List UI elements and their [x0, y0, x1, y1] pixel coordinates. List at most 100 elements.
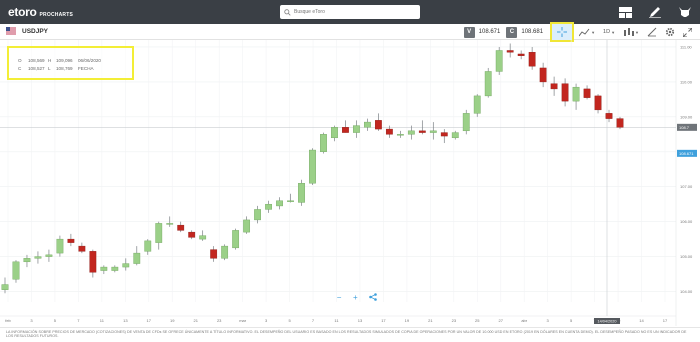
bearish-candle [539, 67, 547, 83]
bearish-candle [78, 245, 86, 252]
bullish-candle [572, 86, 580, 102]
drawing-icon [647, 27, 657, 37]
bullish-candle [122, 263, 130, 268]
bullish-candle [462, 113, 470, 132]
fullscreen-button[interactable] [679, 25, 696, 39]
bullish-candle [23, 258, 31, 263]
candlestick-chart[interactable]: 111.00110.00109.00108.00107.00106.00105.… [0, 40, 700, 328]
drawing-tools-button[interactable] [643, 25, 661, 39]
ohlc-row-2: C 108,527 L 108,769 FECHA [18, 66, 94, 71]
bullish-candle [166, 223, 174, 225]
chart-svg[interactable]: 111.00110.00109.00108.00107.00106.00105.… [0, 40, 700, 328]
bullish-candle [232, 230, 240, 249]
etoro-logo[interactable]: etoro PROCHARTS [8, 5, 73, 19]
search-input[interactable] [294, 9, 404, 15]
bullish-candle [407, 130, 415, 135]
ohlc-info-box: O 108,569 H 109,096 06/06/2020 C 108,527… [7, 46, 134, 80]
y-tick-label: 110.00 [680, 79, 693, 84]
indicators-icon [624, 27, 635, 36]
high-value: 109,096 [56, 58, 73, 63]
bearish-candle [550, 83, 558, 90]
x-tick-label: 21 [193, 318, 198, 323]
chevron-down-icon: ▼ [635, 29, 639, 35]
bearish-candle [616, 118, 624, 128]
settings-icon [665, 27, 675, 37]
search-box[interactable] [280, 5, 420, 19]
timeframe-selector[interactable]: 1D ▼ [599, 25, 619, 39]
bullish-candle [353, 125, 360, 133]
indicators-button[interactable]: ▼ [619, 25, 643, 39]
product-name: PROCHARTS [39, 12, 73, 18]
x-tick-label: 5 [570, 318, 573, 323]
price-tag-label: 108.671 [679, 151, 694, 156]
bearish-candle [440, 132, 448, 137]
bullish-candle [396, 134, 404, 136]
brand-name: etoro [8, 5, 37, 19]
bullish-candle [133, 252, 141, 264]
bullish-candle [56, 238, 64, 254]
bullish-candle [495, 50, 503, 72]
bullish-candle [276, 200, 283, 207]
share-button[interactable] [369, 293, 378, 303]
buy-price-value: 108.681 [521, 29, 544, 35]
x-tick-label: 3 [547, 318, 550, 323]
top-right-icons [616, 3, 694, 21]
bullish-candle [429, 130, 437, 133]
chevron-down-icon: ▼ [591, 29, 596, 35]
y-tick-label: 111.00 [680, 44, 692, 49]
bullish-candle [12, 261, 20, 280]
zoom-out-button[interactable]: − [337, 294, 342, 302]
layout-icon[interactable] [616, 3, 634, 21]
bearish-candle [506, 50, 514, 53]
x-tick-label: 17 [381, 318, 386, 323]
x-tick-label: 27 [499, 318, 504, 323]
bearish-candle [89, 251, 97, 273]
bull-bear-icon[interactable] [676, 3, 694, 21]
bearish-candle [594, 95, 602, 111]
x-tick-label: 11 [334, 318, 339, 323]
y-tick-label: 109.00 [680, 114, 693, 119]
ohlc-row-1: O 108,569 H 109,096 06/06/2020 [18, 58, 101, 63]
bullish-candle [155, 223, 163, 243]
bearish-candle [374, 120, 382, 130]
bearish-candle [583, 88, 591, 98]
x-tick-label: 13 [358, 318, 363, 323]
x-tick-label: feb [5, 318, 11, 323]
x-tick-label: mar [239, 318, 247, 323]
toolbar-right-group: V 108.671 C 108.681 ▼ 1D ▼ ▼ [463, 22, 696, 42]
open-label: O [18, 58, 22, 63]
low-value: 108,769 [56, 66, 73, 71]
date-label: FECHA [78, 66, 94, 71]
symbol-selector[interactable]: USDJPY [6, 27, 48, 36]
symbol-name: USDJPY [22, 28, 49, 35]
bullish-candle [364, 121, 371, 128]
x-tick-label: 7 [77, 318, 80, 323]
chart-type-button[interactable]: ▼ [575, 25, 599, 39]
bearish-candle [342, 127, 349, 133]
crosshair-button[interactable] [550, 22, 575, 42]
zoom-in-button[interactable]: + [353, 294, 358, 302]
bearish-candle [177, 224, 185, 231]
x-tick-label: 7 [312, 318, 315, 323]
y-tick-label: 104.00 [680, 289, 693, 294]
x-tick-label: 5 [288, 318, 291, 323]
bullish-candle [298, 183, 305, 203]
sell-price-value: 108.671 [478, 29, 501, 35]
instrument-flag-icon [6, 27, 16, 36]
bullish-candle [265, 203, 272, 210]
x-tick-label: 13 [123, 318, 128, 323]
bullish-candle [309, 149, 316, 184]
edit-pencil-icon[interactable] [646, 3, 664, 21]
close-label: C [18, 66, 22, 71]
x-tick-label: abr [521, 318, 527, 323]
bearish-candle [210, 249, 218, 259]
buy-price-label[interactable]: C [506, 26, 518, 38]
settings-button[interactable] [661, 25, 679, 39]
bullish-candle [287, 200, 294, 202]
sell-price-label[interactable]: V [463, 26, 475, 38]
high-label: H [48, 58, 52, 63]
bearish-candle [188, 231, 196, 238]
bullish-candle [199, 235, 207, 240]
x-tick-label: 14 [639, 318, 644, 323]
timeframe-value: 1D [603, 29, 611, 35]
